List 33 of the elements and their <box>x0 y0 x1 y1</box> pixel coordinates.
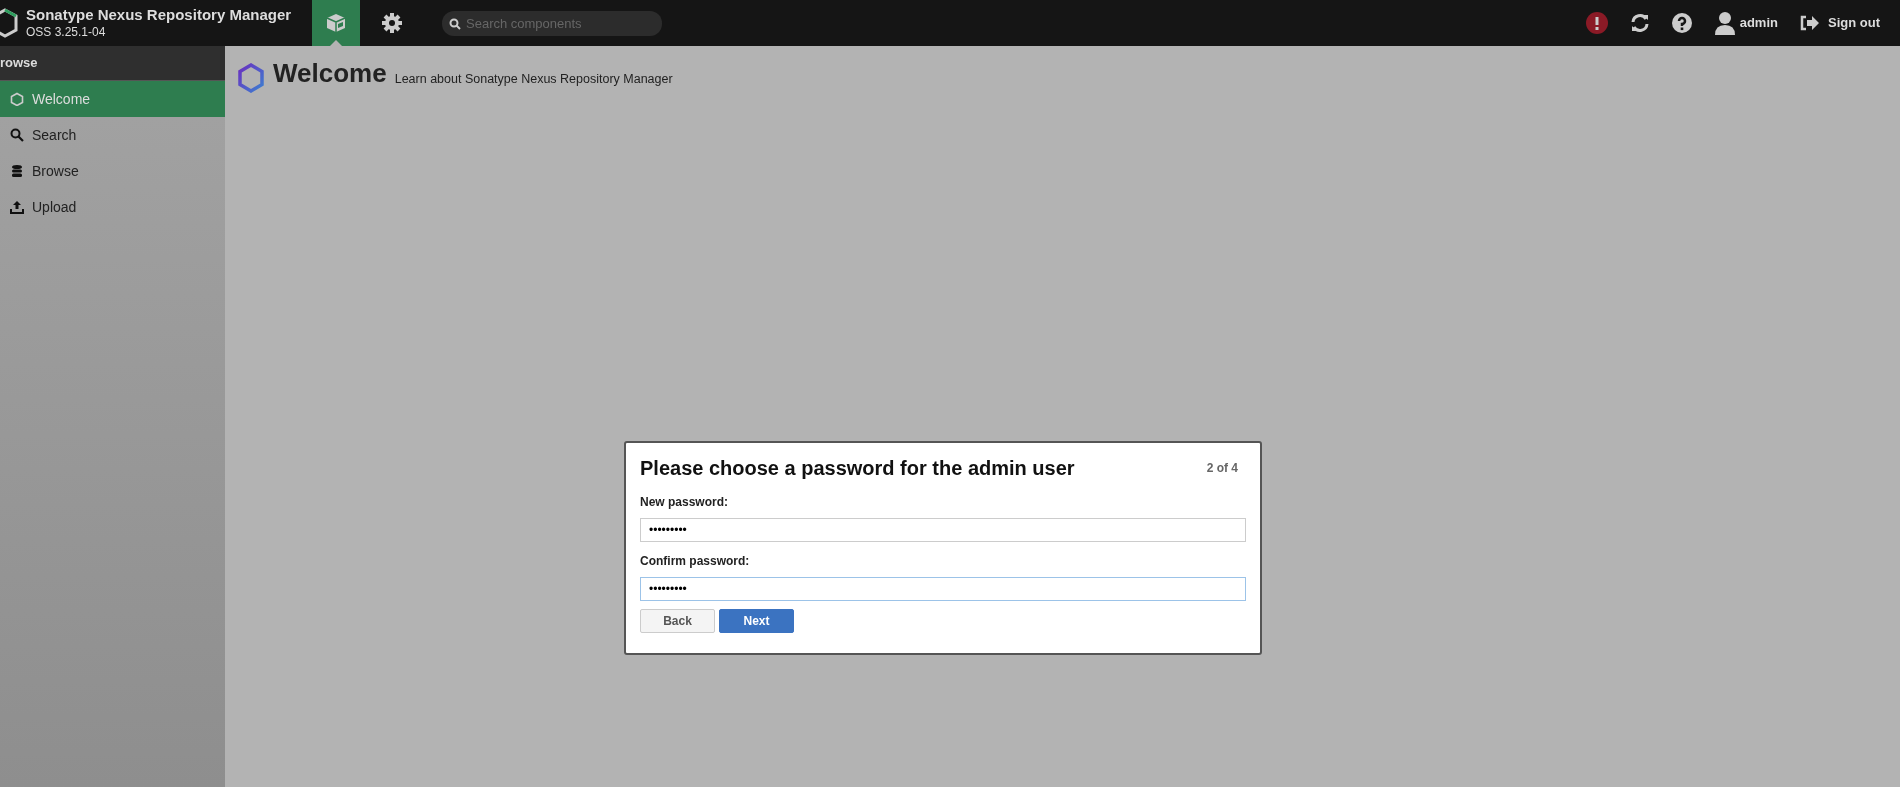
sidebar-item[interactable]: Upload <box>0 189 225 225</box>
app-title: Sonatype Nexus Repository Manager <box>26 6 292 24</box>
search-icon <box>10 128 24 142</box>
sign-out-icon[interactable] <box>1800 15 1820 31</box>
password-field[interactable]: ••••••••• <box>640 577 1246 601</box>
sidebar-item[interactable]: Search <box>0 117 225 153</box>
user-icon[interactable] <box>1713 11 1736 35</box>
dialog-title: Please choose a password for the admin user <box>640 456 1075 481</box>
refresh-icon[interactable] <box>1629 13 1650 33</box>
field-label: New password: <box>640 494 730 511</box>
upload-icon <box>10 200 24 214</box>
hexagon-icon <box>237 63 265 93</box>
database-icon <box>10 164 24 178</box>
gear-icon <box>381 12 403 34</box>
user-name[interactable]: admin <box>1739 13 1778 33</box>
search-icon <box>449 17 461 30</box>
sidebar-title: rowse <box>0 54 38 73</box>
sidebar-item[interactable]: Browse <box>0 153 225 189</box>
hexagon-icon <box>10 92 24 106</box>
password-field[interactable]: ••••••••• <box>640 518 1246 542</box>
sidebar-item[interactable]: Welcome <box>0 81 225 117</box>
alert-icon[interactable] <box>1585 12 1608 34</box>
page-title: Welcome <box>273 57 387 90</box>
cube-icon <box>325 12 347 34</box>
page-subtitle: Learn about Sonatype Nexus Repository Manager <box>394 71 673 89</box>
help-icon[interactable] <box>1671 13 1692 33</box>
next-button[interactable]: Next <box>719 609 794 633</box>
sign-out-link[interactable]: Sign out <box>1828 13 1880 33</box>
step-counter: 2 of 4 <box>1206 460 1238 477</box>
version-label: OSS 3.25.1-04 <box>26 24 107 40</box>
search-field[interactable]: Search components <box>442 10 662 36</box>
field-label: Confirm password: <box>640 553 751 570</box>
back-button[interactable]: Back <box>640 609 715 633</box>
